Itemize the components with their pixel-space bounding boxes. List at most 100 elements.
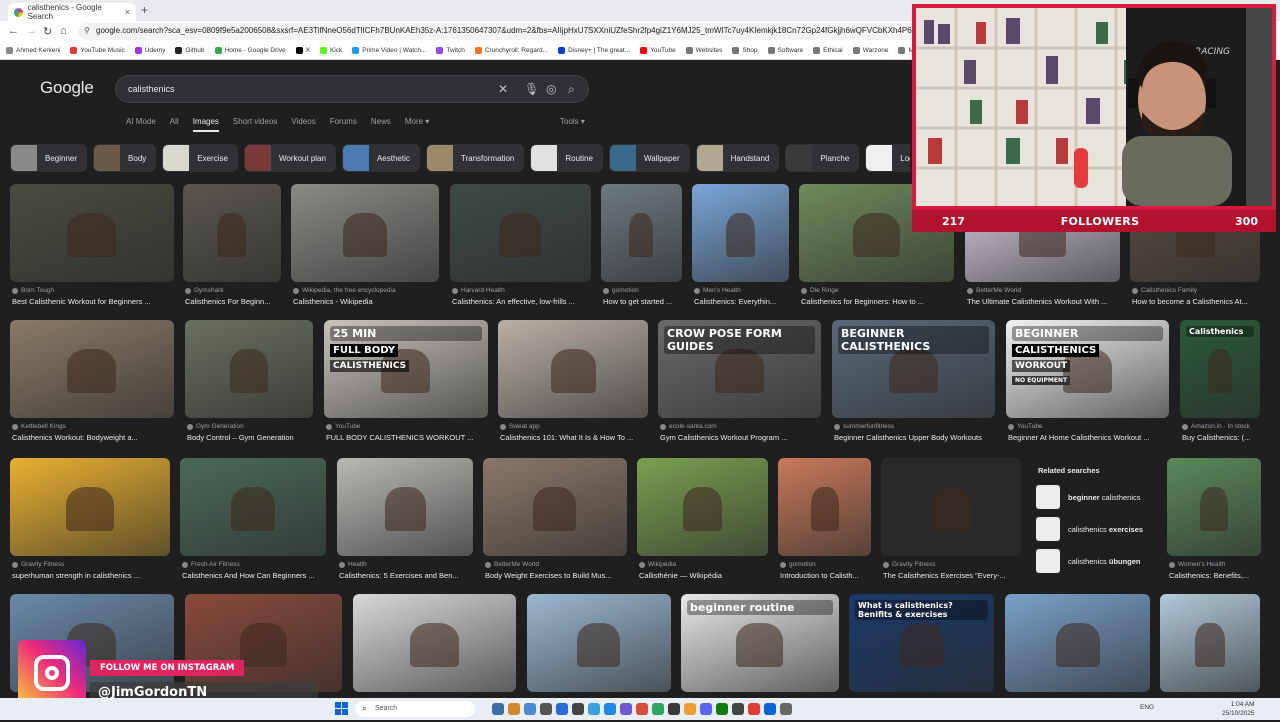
image-result-card[interactable]: Gravity Fitness The Calisthenics Exercise… — [881, 458, 1021, 586]
result-title[interactable]: Buy Calisthenics: (... — [1182, 433, 1262, 442]
tab-ai-mode[interactable]: AI Mode — [126, 117, 156, 132]
chip-beginner[interactable]: Beginner — [10, 144, 88, 172]
bookmark-item[interactable]: Warzone — [852, 47, 888, 54]
result-thumbnail[interactable] — [180, 458, 326, 556]
image-result-card[interactable]: Women's Health Calisthenics: Benefits,... — [1167, 458, 1261, 586]
result-thumbnail[interactable] — [10, 458, 170, 556]
result-title[interactable]: Calisthenics And How Can Beginners ... — [182, 571, 328, 580]
search-icon[interactable]: ⌕ — [568, 82, 575, 97]
result-thumbnail[interactable] — [692, 184, 789, 282]
reload-icon[interactable]: ↻ — [43, 25, 52, 38]
bookmark-item[interactable]: Ahmed Kerkeni — [6, 47, 60, 54]
chip-handstand[interactable]: Handstand — [695, 144, 780, 172]
tab-more[interactable]: More ▾ — [405, 117, 429, 132]
bookmark-item[interactable]: Shop — [732, 47, 758, 54]
result-title[interactable]: How to get started ... — [603, 297, 684, 306]
tab-news[interactable]: News — [371, 117, 391, 132]
language-indicator[interactable]: ENG — [1140, 704, 1154, 711]
result-title[interactable]: superhuman strength in calisthenics ... — [12, 571, 172, 580]
tab-images[interactable]: Images — [192, 117, 219, 132]
image-result-card[interactable]: 25 MIN FULL BODY CALISTHENICS YouTube FULL B… — [324, 320, 488, 448]
result-thumbnail[interactable] — [637, 458, 768, 556]
result-title[interactable]: FULL BODY CALISTHENICS WORKOUT ... — [326, 433, 490, 442]
result-thumbnail[interactable]: Calisthenics — [1180, 320, 1260, 418]
bookmark-item[interactable]: Github — [175, 47, 205, 54]
image-result-card[interactable]: Calisthenics Amazon.in · In stock Buy Cali… — [1180, 320, 1260, 448]
related-search-item[interactable]: beginner calisthenics — [1036, 485, 1154, 509]
search-input[interactable]: calisthenics — [128, 84, 175, 94]
bookmark-item[interactable]: Twitch — [436, 47, 465, 54]
result-title[interactable]: Calisthenics for Beginners: How to ... — [801, 297, 956, 306]
result-thumbnail[interactable] — [10, 184, 174, 282]
result-thumbnail[interactable]: 25 MIN FULL BODY CALISTHENICS — [324, 320, 488, 418]
result-thumbnail[interactable] — [601, 184, 682, 282]
image-result-card[interactable]: Gravity Fitness superhuman strength in ca… — [10, 458, 170, 586]
result-thumbnail[interactable] — [483, 458, 627, 556]
taskbar-app-icon[interactable] — [668, 703, 680, 715]
result-thumbnail[interactable]: BEGINNER CALISTHENICS — [832, 320, 995, 418]
taskbar-app-icon[interactable] — [652, 703, 664, 715]
result-thumbnail[interactable] — [1005, 594, 1150, 692]
taskbar-app-icon[interactable] — [780, 703, 792, 715]
related-search-item[interactable]: calisthenics übungen — [1036, 549, 1154, 573]
chip-aesthetic[interactable]: Aesthetic — [341, 144, 420, 172]
taskbar-app-icon[interactable] — [572, 703, 584, 715]
google-logo[interactable]: Google — [40, 78, 94, 98]
result-thumbnail[interactable] — [10, 320, 174, 418]
forward-arrow-icon[interactable]: → — [26, 25, 37, 37]
image-result-card[interactable]: Born Tough Best Calisthenic Workout for B… — [10, 184, 174, 312]
image-result-card[interactable]: BetterMe World Body Weight Exercises to B… — [483, 458, 627, 586]
image-result-card[interactable]: gomotion Introduction to Calisth... — [778, 458, 871, 586]
result-thumbnail[interactable] — [353, 594, 516, 692]
result-title[interactable]: Calisthenics - Wikipedia — [293, 297, 441, 306]
search-box[interactable]: calisthenics ✕ 🎙 ◎ ⌕ — [115, 75, 589, 103]
image-result-card[interactable]: Kettlebell Kings Calisthenics Workout: Bo… — [10, 320, 174, 448]
result-thumbnail[interactable] — [1167, 458, 1261, 556]
image-result-card[interactable]: Gymshark Calisthenics For Beginn... — [183, 184, 281, 312]
image-result-card[interactable]: Wikipédia Callisthénie — Wikipédia — [637, 458, 768, 586]
bookmark-item[interactable]: Home - Google Drive — [214, 47, 286, 54]
chip-body[interactable]: Body — [93, 144, 157, 172]
tab-short-videos[interactable]: Short videos — [233, 117, 277, 132]
back-arrow-icon[interactable]: ← — [8, 25, 19, 37]
taskbar-app-icon[interactable] — [540, 703, 552, 715]
result-thumbnail[interactable] — [881, 458, 1021, 556]
taskbar-app-icon[interactable] — [524, 703, 536, 715]
taskbar-app-icon[interactable] — [492, 703, 504, 715]
result-title[interactable]: Best Calisthenic Workout for Beginners .… — [12, 297, 176, 306]
image-result-card[interactable]: CROW POSE FORM GUIDES ecole-santa.com Gym … — [658, 320, 821, 448]
image-result-card[interactable]: Sweat app Calisthenics 101: What It Is & … — [498, 320, 648, 448]
taskbar-app-icon[interactable] — [748, 703, 760, 715]
result-title[interactable]: The Ultimate Calisthenics Workout With .… — [967, 297, 1122, 306]
taskbar-app-icon[interactable] — [732, 703, 744, 715]
result-thumbnail[interactable]: CROW POSE FORM GUIDES — [658, 320, 821, 418]
taskbar-app-icon[interactable] — [636, 703, 648, 715]
image-result-card[interactable]: Health Calisthenics: 5 Exercises and Ben.… — [337, 458, 473, 586]
result-thumbnail[interactable] — [291, 184, 439, 282]
result-title[interactable]: How to become a Calisthenics At... — [1132, 297, 1262, 306]
chip-transformation[interactable]: Transformation — [425, 144, 525, 172]
tab-videos[interactable]: Videos — [291, 117, 315, 132]
taskbar-app-icon[interactable] — [508, 703, 520, 715]
bookmark-item[interactable]: X — [295, 47, 310, 54]
result-title[interactable]: Callisthénie — Wikipédia — [639, 571, 770, 580]
chip-planche[interactable]: Planche — [785, 144, 860, 172]
bookmark-item[interactable]: Kick — [319, 47, 342, 54]
result-thumbnail[interactable] — [337, 458, 473, 556]
home-icon[interactable]: ⌂ — [60, 25, 67, 37]
lens-camera-icon[interactable]: ◎ — [546, 82, 556, 96]
clear-icon[interactable]: ✕ — [498, 82, 508, 96]
result-title[interactable]: Calisthenics: An effective, low-frills .… — [452, 297, 593, 306]
image-result-card[interactable]: Men's Health Calisthenics: Everythin... — [692, 184, 789, 312]
taskbar-app-icon[interactable] — [604, 703, 616, 715]
bookmark-item[interactable]: YouTube — [640, 47, 676, 54]
result-thumbnail[interactable] — [1160, 594, 1260, 692]
tab-google-search[interactable]: calisthenics - Google Search × — [8, 3, 136, 21]
chip-exercise[interactable]: Exercise — [162, 144, 238, 172]
taskbar-app-icon[interactable] — [716, 703, 728, 715]
result-title[interactable]: Body Weight Exercises to Build Mus... — [485, 571, 629, 580]
taskbar-clock[interactable]: 1:04 AM 25/10/2025 — [1222, 700, 1255, 718]
result-thumbnail[interactable] — [185, 320, 313, 418]
result-title[interactable]: Calisthenics Workout: Bodyweight a... — [12, 433, 176, 442]
chip-workout-plan[interactable]: Workout plan — [243, 144, 336, 172]
